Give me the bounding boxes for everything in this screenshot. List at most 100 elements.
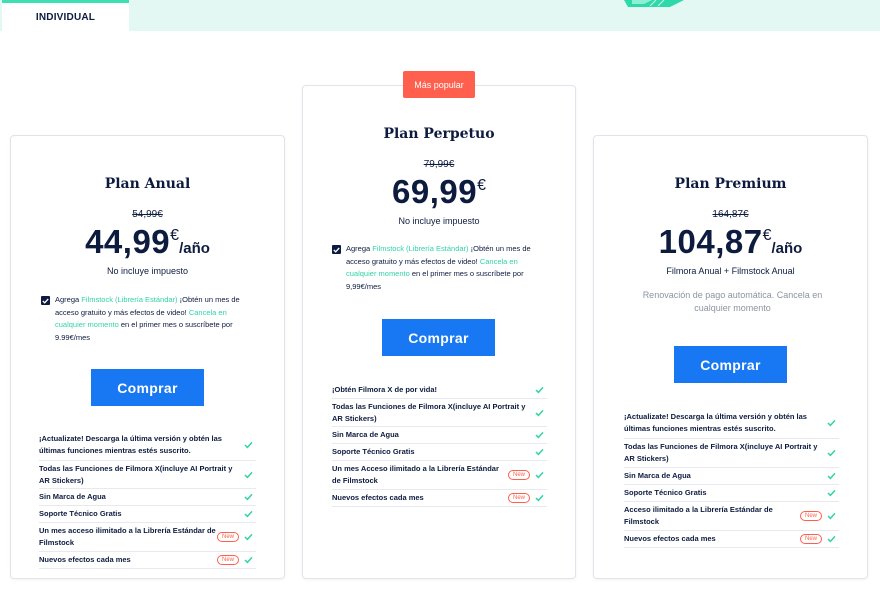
top-banner (0, 0, 880, 31)
check-icon (244, 441, 253, 449)
feature-label: Un mes Acceso ilimitado a la Librería Es… (332, 464, 499, 485)
feature-row: Nuevos efectos cada mes New (39, 552, 256, 569)
check-icon (827, 419, 836, 427)
addon-text: Agrega Filmstock (Librería Estándar) ¡Ob… (55, 295, 240, 342)
price-period: /año (179, 240, 210, 257)
plan-card-anual: Plan Anual 54,99€ 44,99€/año No incluye … (10, 135, 285, 579)
price-period: /año (771, 240, 803, 257)
feature-row: Acceso ilimitado a la Librería Estándar … (624, 502, 839, 531)
buy-button[interactable]: Comprar (382, 319, 495, 356)
plan-card-premium: Plan Premium 164,87€ 104,87€/año Filmora… (593, 135, 868, 579)
price-amount: 104,87 (658, 223, 763, 260)
checkmark-icon (333, 247, 340, 253)
feature-label: Nuevos efectos cada mes (332, 493, 424, 502)
plan-title: Plan Premium (674, 176, 787, 192)
old-price: 79,99€ (423, 159, 455, 170)
feature-label: Acceso ilimitado a la Librería Estándar … (624, 505, 773, 526)
new-badge: New (507, 493, 530, 503)
check-icon (535, 448, 544, 456)
checkmark-icon (42, 298, 49, 304)
plan-title: Plan Perpetuo (383, 126, 495, 142)
feature-row: Todas las Funciones de Filmora X(incluye… (39, 461, 256, 489)
filmstock-link[interactable]: Filmstock (Librería Estándar) (372, 244, 468, 253)
new-badge: New (799, 534, 822, 544)
new-badge: New (216, 555, 239, 565)
addon-checkbox[interactable] (332, 245, 341, 254)
banner-decoration (624, 0, 684, 7)
feature-row: ¡Actualizate! Descarga la última versión… (624, 408, 839, 439)
addon-checkbox[interactable] (41, 296, 50, 305)
feature-row: ¡Obtén Filmora X de por vida! (332, 382, 547, 399)
feature-label: Todas las Funciones de Filmora X(incluye… (624, 442, 818, 463)
check-icon (244, 471, 253, 478)
feature-list: ¡Actualizate! Descarga la última versión… (624, 408, 839, 548)
check-icon (535, 386, 544, 394)
check-icon (535, 409, 544, 416)
check-icon (244, 533, 253, 541)
feature-row: Todas las Funciones de Filmora X(incluye… (332, 399, 547, 427)
filmstock-link[interactable]: Filmstock (Librería Estándar) (81, 295, 177, 304)
feature-label: Sin Marca de Agua (39, 492, 106, 501)
feature-label: Sin Marca de Agua (332, 430, 399, 439)
tax-note: No incluye impuesto (106, 266, 189, 276)
new-badge: New (216, 532, 239, 542)
feature-row: Sin Marca de Agua (624, 468, 839, 485)
check-icon (535, 471, 544, 479)
price-currency: € (762, 227, 772, 244)
check-icon (827, 535, 836, 543)
feature-label: ¡Actualizate! Descarga la última versión… (624, 412, 807, 433)
old-price: 164,87€ (712, 209, 749, 220)
renewal-note: Renovación de pago automática. Cancela e… (642, 290, 823, 313)
most-popular-badge: Más popular (403, 71, 475, 98)
feature-label: Nuevos efectos cada mes (39, 555, 131, 564)
feature-label: ¡Obtén Filmora X de por vida! (332, 385, 438, 394)
price-amount: 44,99 (85, 223, 171, 260)
filmstock-addon: Agrega Filmstock (Librería Estándar) ¡Ob… (332, 243, 547, 293)
check-icon (827, 512, 836, 520)
feature-label: Nuevos efectos cada mes (624, 534, 716, 543)
buy-button[interactable]: Comprar (674, 346, 787, 383)
price-currency: € (477, 177, 486, 194)
price-currency: € (170, 227, 180, 244)
feature-row: Todas las Funciones de Filmora X(incluye… (624, 439, 839, 468)
feature-label: Soporte Técnico Gratis (332, 447, 415, 456)
check-icon (244, 556, 253, 564)
feature-row: Sin Marca de Agua (39, 489, 256, 506)
filmstock-addon: Agrega Filmstock (Librería Estándar) ¡Ob… (41, 294, 256, 344)
price: 104,87€/año (594, 223, 867, 261)
feature-label: Un mes acceso ilimitado a la Librería Es… (39, 526, 216, 547)
bundle-note: Filmora Anual + Filmstock Anual (666, 266, 795, 276)
feature-label: Soporte Técnico Gratis (39, 509, 122, 518)
feature-list: ¡Obtén Filmora X de por vida! Todas las … (332, 382, 547, 507)
feature-label: Todas las Funciones de Filmora X(incluye… (332, 401, 526, 423)
old-price: 54,99€ (132, 209, 163, 220)
feature-row: Sin Marca de Agua (332, 427, 547, 444)
feature-row: Nuevos efectos cada mes New (332, 490, 547, 507)
feature-row: Un mes Acceso ilimitado a la Librería Es… (332, 461, 547, 490)
feature-row: Soporte Técnico Gratis (39, 506, 256, 523)
feature-row: Soporte Técnico Gratis (332, 444, 547, 461)
price: 44,99€/año (11, 223, 284, 261)
check-icon (535, 431, 544, 439)
feature-label: Sin Marca de Agua (624, 471, 691, 480)
price: 69,99€ (303, 173, 575, 211)
new-badge: New (507, 470, 530, 480)
price-amount: 69,99 (392, 173, 478, 210)
feature-row: Un mes acceso ilimitado a la Librería Es… (39, 523, 256, 552)
tab-individual[interactable]: INDIVIDUAL (2, 0, 129, 31)
buy-button[interactable]: Comprar (91, 369, 204, 406)
check-icon (827, 449, 836, 457)
feature-row: ¡Actualizate! Descarga la última versión… (39, 430, 256, 461)
feature-label: Todas las Funciones de Filmora X(incluye… (39, 463, 233, 485)
feature-row: Soporte Técnico Gratis (624, 485, 839, 502)
plan-title: Plan Anual (104, 176, 191, 192)
check-icon (244, 493, 253, 501)
feature-row: Nuevos efectos cada mes New (624, 531, 839, 548)
feature-label: Soporte Técnico Gratis (624, 488, 707, 497)
tax-note: No incluye impuesto (398, 216, 480, 226)
addon-text: Agrega Filmstock (Librería Estándar) ¡Ob… (346, 244, 531, 291)
plan-card-perpetuo: Plan Perpetuo 79,99€ 69,99€ No incluye i… (302, 85, 576, 579)
new-badge: New (799, 511, 822, 521)
check-icon (244, 510, 253, 518)
feature-label: ¡Actualizate! Descarga la última versión… (39, 434, 222, 455)
